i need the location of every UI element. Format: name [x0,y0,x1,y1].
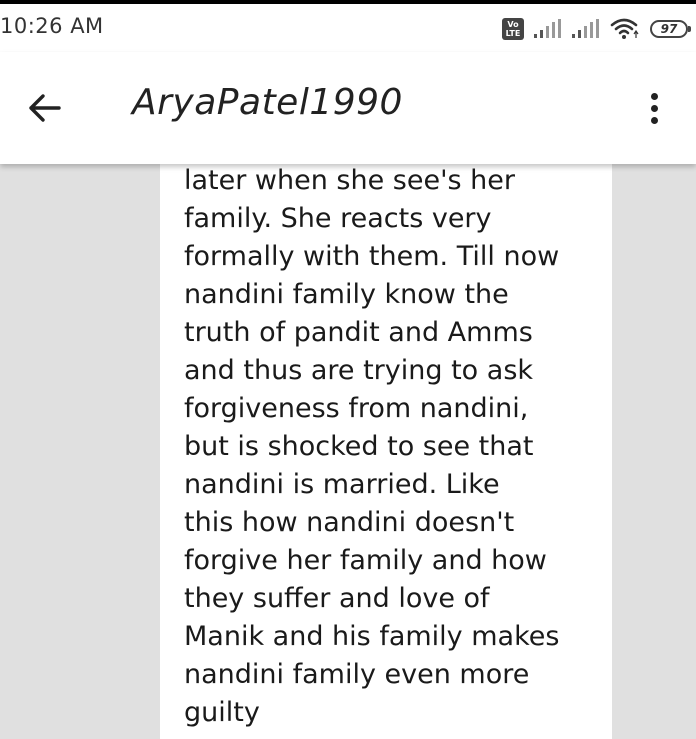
status-time: 10:26 AM [0,14,104,38]
message-line: guilty [184,697,260,728]
message-line: Manik and his family makes [184,621,560,652]
battery-level: 97 [660,22,678,36]
message-line: truth of pandit and Amms [184,317,533,348]
message-line: they suffer and love of [184,583,490,614]
arrow-left-icon [29,94,61,122]
message-line: forgiveness from nandini, [184,393,529,424]
message-line: but is shocked to see that [184,431,534,462]
content-area[interactable]: later when she see's her family. She rea… [0,164,696,739]
message-line: forgive her family and how [184,545,547,576]
message-line: nandini family know the [184,279,509,310]
wifi-icon [610,18,639,39]
message-line: later when she see's her [184,165,515,196]
page-title: AryaPatel1990 [132,82,403,123]
more-options-button[interactable] [628,82,680,134]
message-text: later when she see's her family. She rea… [184,164,604,732]
volte-top-text: Vo [507,20,519,29]
signal-icon [534,19,561,38]
message-line: family. She reacts very [184,203,492,234]
message-line: and thus are trying to ask [184,355,534,386]
back-button[interactable] [18,82,70,134]
status-bar: 10:26 AM Vo LTE 97 [0,4,696,52]
message-line: nandini family even more [184,659,530,690]
message-card: later when she see's her family. She rea… [160,164,612,739]
message-line: formally with them. Till now [184,241,560,272]
more-vertical-icon [650,116,658,124]
more-vertical-icon [650,92,658,100]
more-vertical-icon [650,104,658,112]
volte-bottom-text: LTE [505,29,521,38]
app-bar: AryaPatel1990 [0,52,696,164]
battery-icon: 97 [650,20,691,38]
signal-icon [572,19,599,38]
message-line: nandini is married. Like [184,469,500,500]
volte-icon: Vo LTE [502,18,524,40]
message-line: this how nandini doesn't [184,507,515,538]
status-icons: Vo LTE 97 [502,16,691,42]
